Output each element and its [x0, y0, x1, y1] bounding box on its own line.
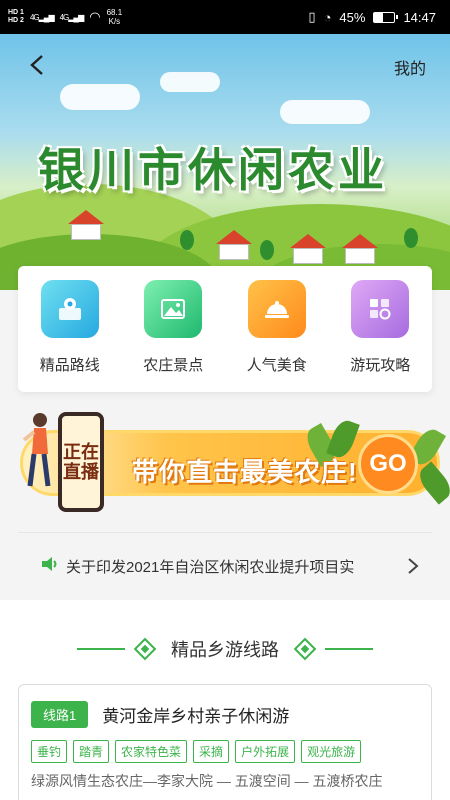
route-tag: 观光旅游 — [301, 740, 362, 763]
live-badge-text: 正在 — [63, 442, 99, 462]
live-badge-text: 直播 — [63, 462, 99, 482]
category-card: 精品路线 农庄景点 人气美食 游玩攻略 — [18, 266, 432, 392]
category-food[interactable]: 人气美食 — [232, 280, 322, 392]
speed-unit: K/s — [108, 17, 121, 26]
category-guide[interactable]: 游玩攻略 — [335, 280, 425, 392]
section-title: 精品乡游线路 — [171, 640, 279, 660]
category-label: 人气美食 — [246, 357, 307, 374]
diamond-icon — [133, 637, 157, 661]
route-tags: 垂钓 踏青 农家特色菜 采摘 户外拓展 观光旅游 — [31, 740, 419, 763]
notice-text: 关于印发2021年自治区休闲农业提升项目实 — [66, 558, 355, 576]
route-tag: 农家特色菜 — [115, 740, 188, 763]
section-line — [77, 648, 125, 650]
battery-percent: 45% — [339, 9, 366, 25]
route-path: 绿源风情生态农庄—李家大院 — 五渡空间 — 五渡桥农庄 — [31, 773, 383, 789]
farmhouse-image — [68, 210, 104, 240]
my-button[interactable]: 我的 — [394, 55, 426, 79]
farmhouse-image — [216, 230, 252, 260]
data-saver-icon: ◔ — [323, 9, 332, 25]
hd-indicator: HD 1 HD 2 — [8, 9, 24, 25]
signal1-text: 4G — [29, 12, 40, 22]
signal2-text: 4G — [59, 12, 70, 22]
battery-fill — [374, 12, 384, 22]
vibrate-icon: ▯ — [308, 9, 316, 24]
phone-live-badge: 正在 直播 — [58, 412, 104, 512]
network-speed: 68.1 K/s — [107, 8, 123, 26]
category-label: 游玩攻略 — [350, 357, 411, 374]
category-farm-spots[interactable]: 农庄景点 — [128, 280, 218, 392]
clock: 14:47 — [403, 9, 436, 25]
wifi-icon: ◠ — [89, 9, 101, 24]
chevron-left-icon — [30, 55, 43, 75]
section-header: 精品乡游线路 — [0, 636, 450, 662]
signal-icon: 4G▂▄▆ — [59, 12, 85, 22]
route-title: 黄河金岸乡村亲子休闲游 — [102, 707, 290, 726]
live-stream-banner[interactable]: 正在 直播 带你直击最美农庄! GO — [20, 408, 450, 514]
map-pin-icon — [40, 280, 99, 338]
route-card[interactable]: 线路1 黄河金岸乡村亲子休闲游 垂钓 踏青 农家特色菜 采摘 户外拓展 观光旅游… — [18, 684, 432, 800]
chevron-right-icon — [408, 558, 419, 574]
battery-icon — [373, 11, 399, 23]
notice-bar[interactable]: 关于印发2021年自治区休闲农业提升项目实 — [40, 552, 420, 580]
hd2-text: HD 2 — [8, 17, 24, 24]
route-tag: 采摘 — [193, 740, 230, 763]
guide-icon — [351, 280, 410, 338]
hd1-text: HD 1 — [8, 9, 24, 16]
route-badge: 线路1 — [31, 701, 89, 728]
speaker-icon — [40, 555, 60, 578]
signal-icon: 4G▂▄▆ — [29, 12, 55, 22]
category-routes[interactable]: 精品路线 — [25, 280, 115, 392]
banner-title: 银川市休闲农业 — [38, 143, 388, 197]
cloud-decoration — [160, 72, 220, 92]
tree-decoration — [260, 240, 274, 260]
back-button[interactable] — [22, 50, 52, 80]
live-slogan: 带你直击最美农庄! — [132, 457, 358, 487]
route-tag: 户外拓展 — [235, 740, 296, 763]
speed-value: 68.1 — [106, 8, 123, 17]
divider — [18, 532, 432, 533]
farmhouse-image — [342, 234, 378, 264]
category-label: 农庄景点 — [143, 357, 204, 374]
category-label: 精品路线 — [39, 357, 100, 374]
tree-decoration — [180, 230, 194, 250]
status-bar: HD 1 HD 2 4G▂▄▆ 4G▂▄▆ ◠ 68.1 K/s ▯ ◔ 45%… — [0, 0, 450, 34]
food-cloche-icon — [247, 280, 306, 338]
route-tag: 踏青 — [73, 740, 110, 763]
hero-banner: 银川市休闲农业 — [0, 34, 450, 290]
scenery-icon — [144, 280, 203, 338]
tree-decoration — [404, 228, 418, 248]
cloud-decoration — [60, 84, 140, 110]
diamond-icon — [293, 637, 317, 661]
route-tag: 垂钓 — [31, 740, 68, 763]
go-button[interactable]: GO — [358, 434, 418, 494]
cloud-decoration — [280, 100, 370, 124]
section-line — [325, 648, 373, 650]
person-illustration — [22, 413, 51, 487]
farmhouse-image — [290, 234, 326, 264]
